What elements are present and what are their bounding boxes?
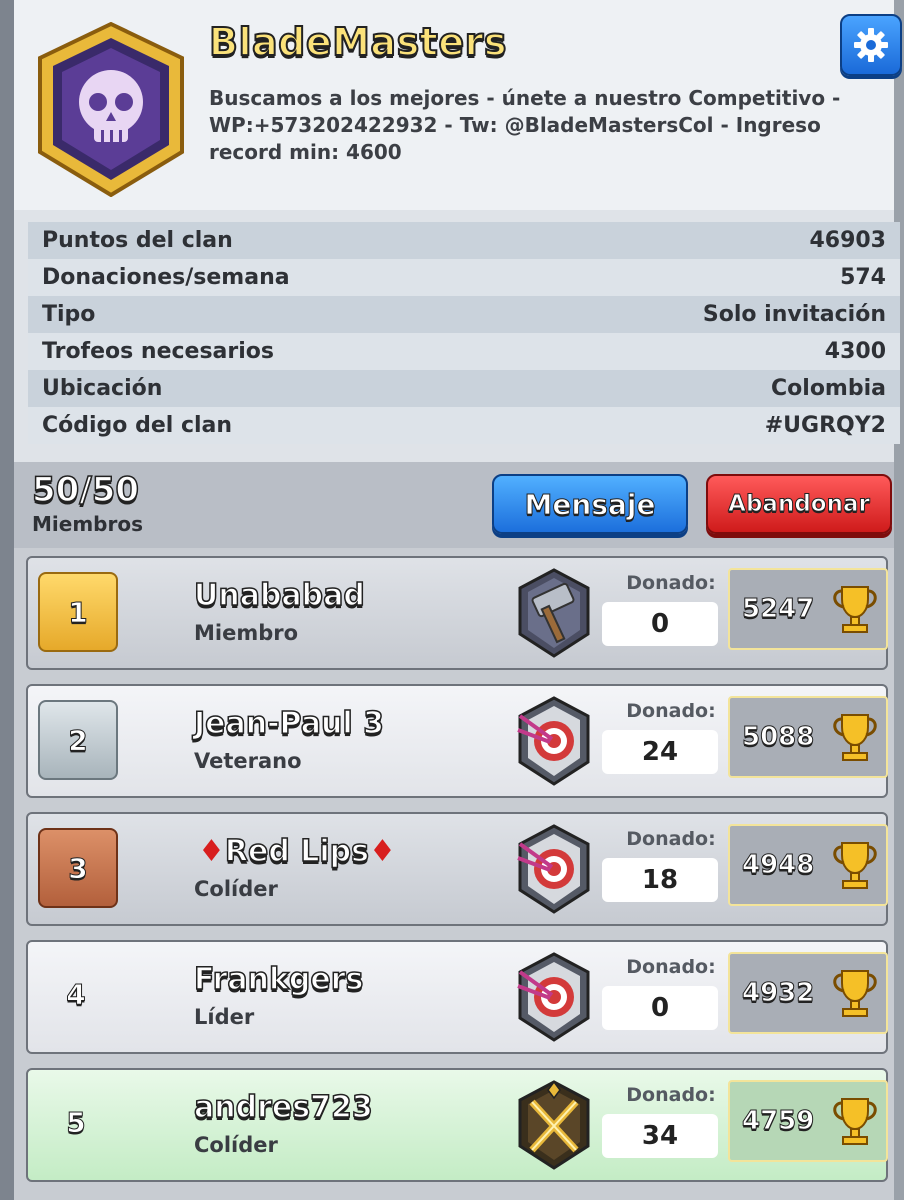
stat-value: Colombia [771, 376, 886, 401]
stat-label: Código del clan [42, 413, 233, 438]
member-count: 50/50 [31, 469, 140, 511]
player-name: Jean-Paul 3 [193, 705, 384, 742]
stat-label: Trofeos necesarios [42, 339, 274, 364]
donated-label: Donado: [626, 700, 716, 722]
clan-description: Buscamos a los mejores - únete a nuestro… [209, 86, 841, 164]
player-role: Colíder [194, 1133, 278, 1157]
donated-value: 34 [602, 1114, 718, 1158]
donated-value: 0 [602, 602, 718, 646]
stat-label: Tipo [42, 302, 96, 327]
members-label: Miembros [32, 512, 143, 536]
hammer-arena-icon [516, 568, 592, 658]
player-role: Líder [194, 1005, 255, 1029]
player-name: Frankgers [193, 961, 364, 998]
settings-button[interactable] [840, 14, 902, 76]
donated-value: 0 [602, 986, 718, 1030]
target-arena-icon [516, 952, 592, 1042]
player-name: andres723 [193, 1089, 373, 1126]
clan-header: BladeMasters Buscamos a los mejores - ún… [14, 0, 902, 210]
left-frame [0, 0, 14, 1200]
member-row-current-user[interactable]: 5 andres723 Colíder Donado: 34 4759 [26, 1068, 888, 1182]
members-bar: 50/50 Miembros Mensaje Abandonar [14, 462, 894, 548]
trophy-count: 4759 [742, 1106, 815, 1137]
crossed-swords-arena-icon [516, 1080, 592, 1170]
trophy-icon [833, 970, 877, 1017]
stat-row-required-trophies: Trofeos necesarios 4300 [28, 333, 900, 370]
player-role: Colíder [194, 877, 278, 901]
rank-badge: 3 [38, 828, 118, 908]
clan-stats-table: Puntos del clan 46903 Donaciones/semana … [28, 222, 900, 444]
donated-value: 24 [602, 730, 718, 774]
trophy-box: 4932 [728, 952, 888, 1034]
member-row[interactable]: 3 ♦Red Lips♦ Colíder Donado: 18 4948 [26, 812, 888, 926]
trophy-icon [833, 586, 877, 633]
stat-row-donations: Donaciones/semana 574 [28, 259, 900, 296]
trophy-box: 5088 [728, 696, 888, 778]
trophy-count: 5088 [742, 722, 815, 753]
clan-badge-icon [36, 21, 186, 198]
stat-row-type: Tipo Solo invitación [28, 296, 900, 333]
donated-label: Donado: [626, 572, 716, 594]
stat-value: #UGRQY2 [764, 413, 886, 438]
stat-label: Donaciones/semana [42, 265, 290, 290]
player-name: Unababad [193, 577, 365, 614]
right-frame [894, 0, 904, 1200]
trophy-count: 4932 [742, 978, 815, 1009]
stat-row-clan-code: Código del clan #UGRQY2 [28, 407, 900, 444]
rank-number: 4 [66, 977, 86, 1011]
player-role: Veterano [194, 749, 302, 773]
donated-label: Donado: [626, 1084, 716, 1106]
player-name: ♦Red Lips♦ [198, 833, 396, 870]
diamond-icon: ♦ [369, 834, 396, 869]
stat-row-points: Puntos del clan 46903 [28, 222, 900, 259]
gear-icon [854, 28, 888, 62]
stat-label: Puntos del clan [42, 228, 233, 253]
trophy-count: 4948 [742, 850, 815, 881]
stat-value: 4300 [824, 339, 886, 364]
message-button[interactable]: Mensaje [492, 474, 688, 534]
donated-value: 18 [602, 858, 718, 902]
rank-badge: 2 [38, 700, 118, 780]
stat-value: 574 [840, 265, 886, 290]
trophy-count: 5247 [742, 594, 815, 625]
trophy-icon [833, 842, 877, 889]
member-row[interactable]: 1 Unababad Miembro Donado: 0 5247 [26, 556, 888, 670]
leave-clan-button[interactable]: Abandonar [706, 474, 892, 534]
diamond-icon: ♦ [198, 834, 225, 869]
stat-value: Solo invitación [702, 302, 886, 327]
stat-row-location: Ubicación Colombia [28, 370, 900, 407]
donated-label: Donado: [626, 828, 716, 850]
clan-name: BladeMasters [208, 19, 507, 65]
donated-label: Donado: [626, 956, 716, 978]
trophy-box: 5247 [728, 568, 888, 650]
rank-number: 5 [66, 1105, 86, 1139]
target-arena-icon [516, 696, 592, 786]
player-role: Miembro [194, 621, 299, 645]
member-row[interactable]: 4 Frankgers Líder Donado: 0 4932 [26, 940, 888, 1054]
stat-value: 46903 [809, 228, 886, 253]
trophy-box: 4948 [728, 824, 888, 906]
trophy-box: 4759 [728, 1080, 888, 1162]
target-arena-icon [516, 824, 592, 914]
member-row[interactable]: 2 Jean-Paul 3 Veterano Donado: 24 5088 [26, 684, 888, 798]
member-list[interactable]: 1 Unababad Miembro Donado: 0 5247 2 Jean… [14, 548, 894, 1200]
trophy-icon [833, 714, 877, 761]
stat-label: Ubicación [42, 376, 163, 401]
rank-badge: 1 [38, 572, 118, 652]
trophy-icon [833, 1098, 877, 1145]
